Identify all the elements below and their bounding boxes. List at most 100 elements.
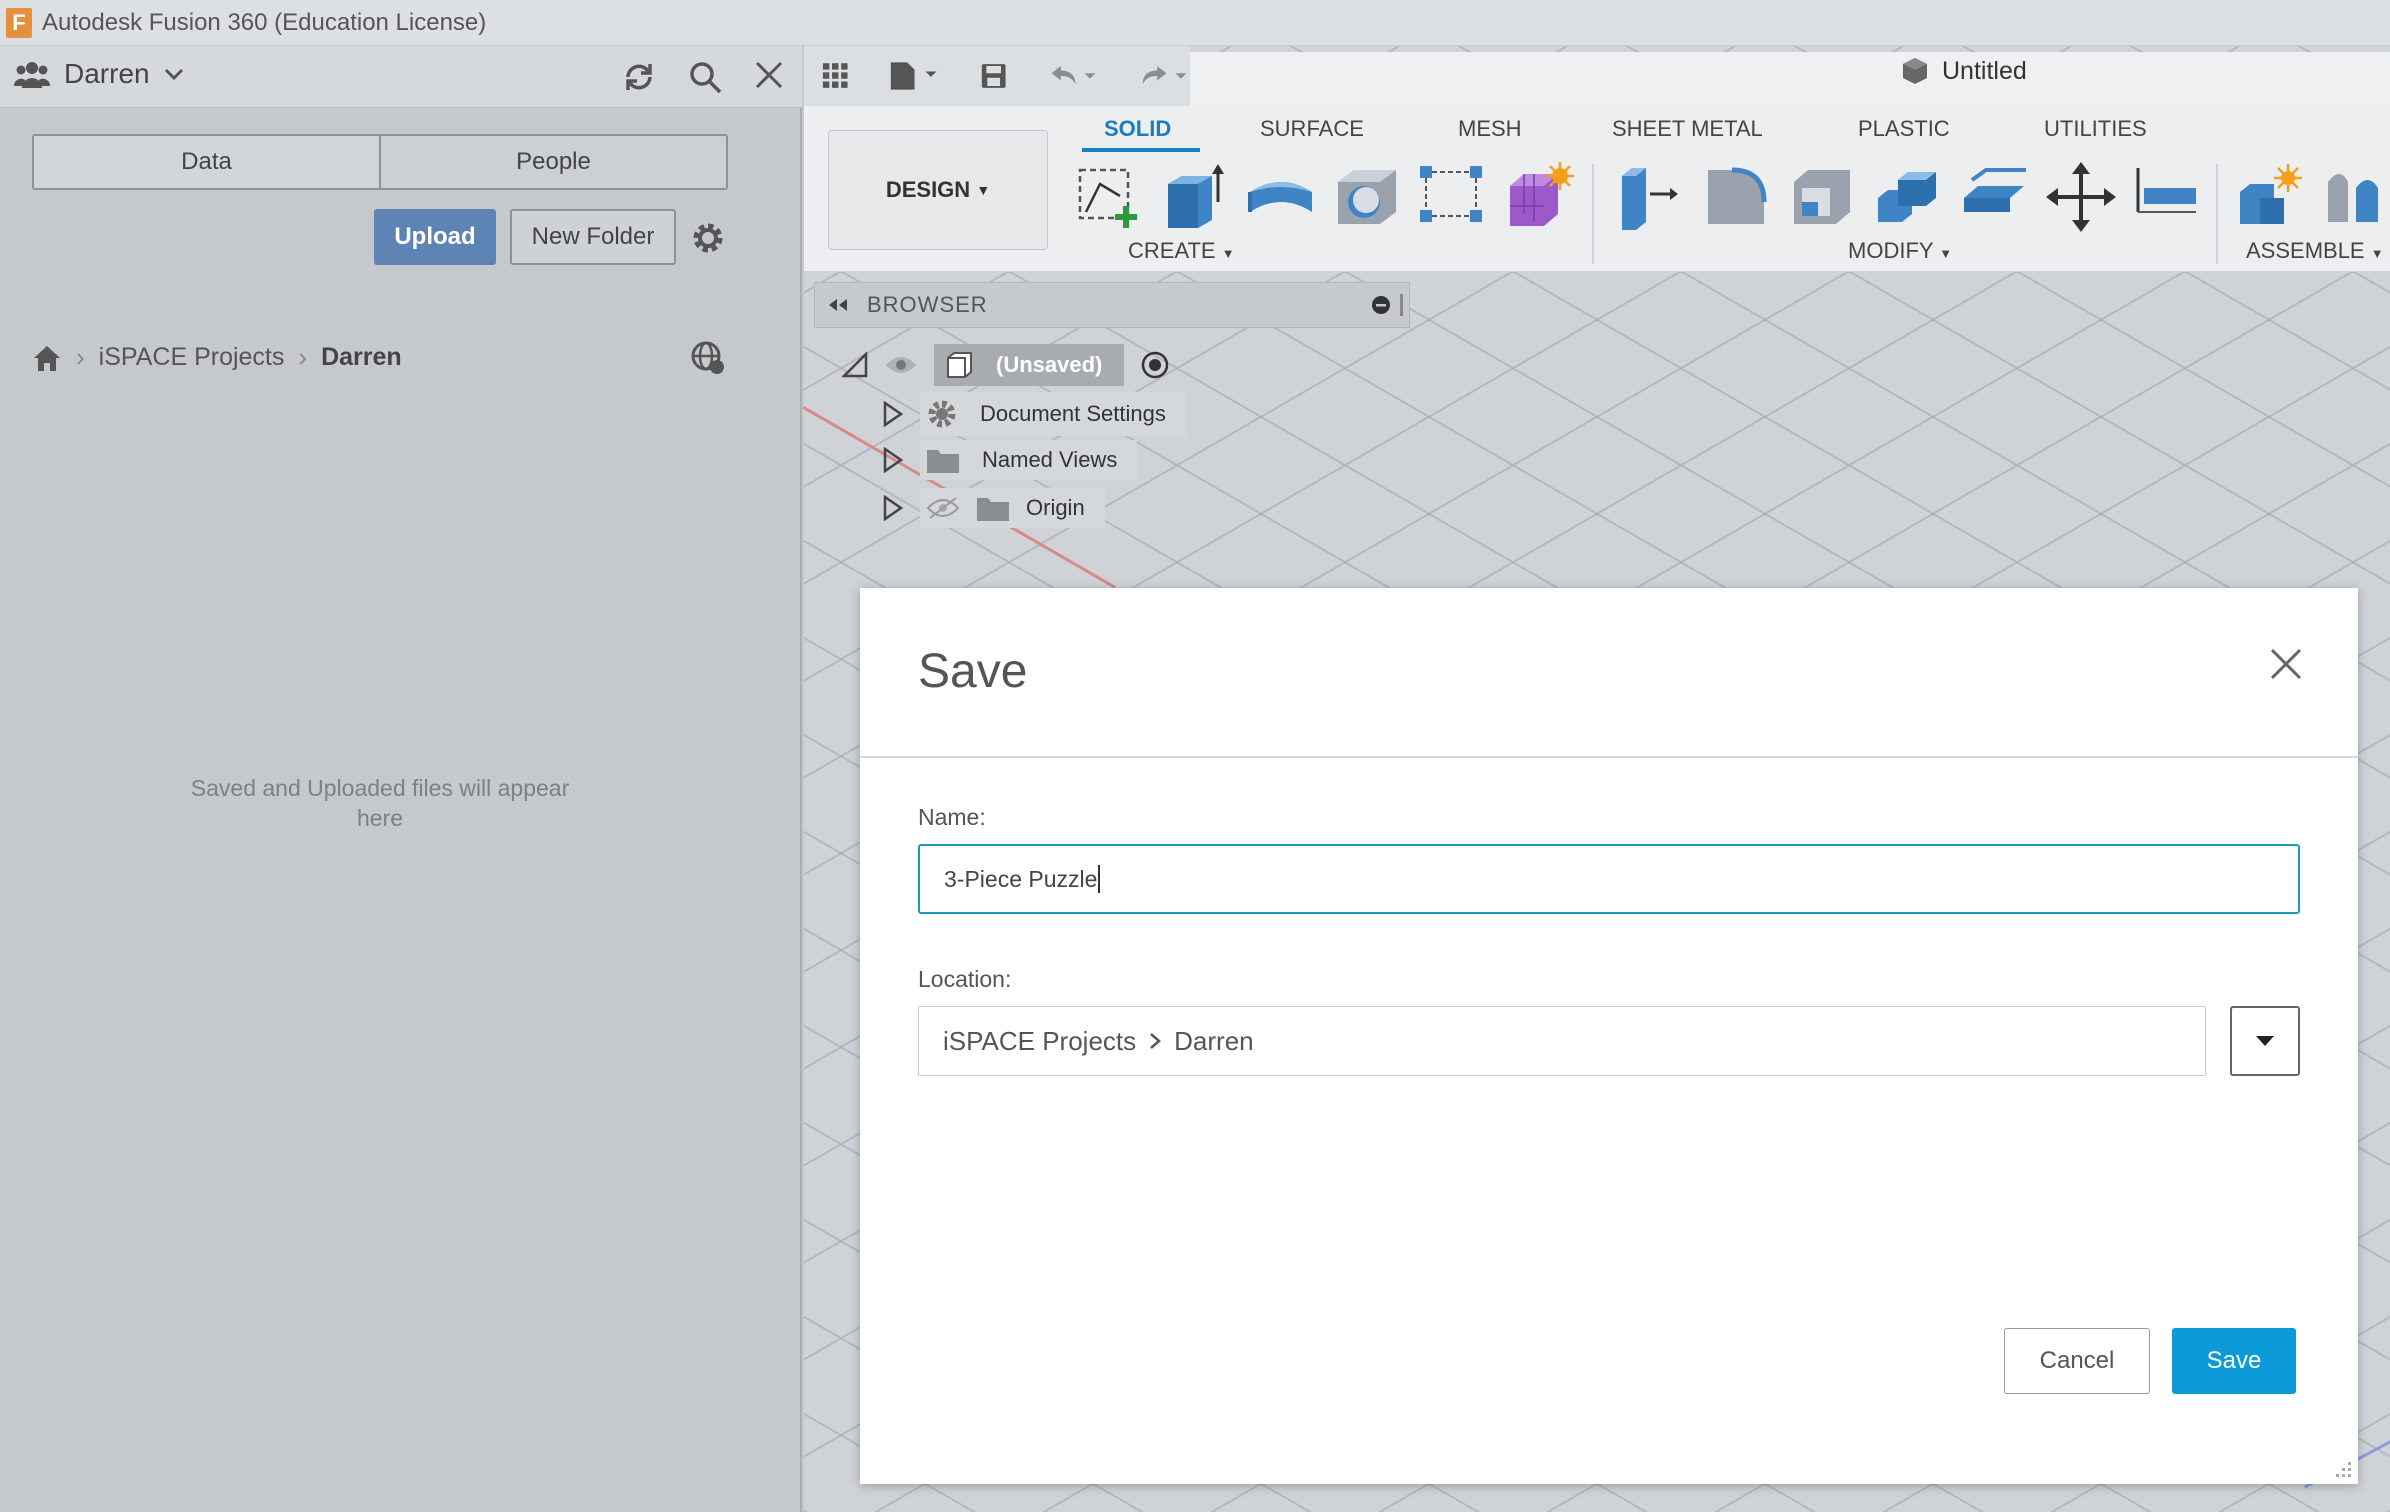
breadcrumb: › iSPACE Projects › Darren [32,342,402,373]
location-dropdown-button[interactable] [2230,1006,2300,1076]
file-icon[interactable] [889,59,940,93]
document-settings-pill[interactable]: Document Settings [920,392,1186,436]
browser-root-row[interactable]: (Unsaved) [842,344,1170,386]
name-input-value: 3-Piece Puzzle [944,865,1098,892]
new-folder-button[interactable]: New Folder [510,209,676,265]
browser-item-named-views[interactable]: Named Views [882,440,1138,480]
tab-solid[interactable]: SOLID [1104,116,1171,142]
tab-sheet-metal[interactable]: SHEET METAL [1612,116,1763,142]
caret-down-icon: ▼ [2370,246,2384,261]
globe-icon[interactable] [690,340,726,376]
search-icon[interactable] [688,60,722,94]
breadcrumb-project[interactable]: iSPACE Projects [99,343,285,372]
combine-icon[interactable] [1874,162,1944,232]
refresh-icon[interactable] [622,60,656,94]
modify-menu[interactable]: MODIFY ▼ [1848,238,1952,264]
caret-down-icon: ▼ [1221,246,1235,261]
close-icon[interactable] [754,60,784,90]
save-button[interactable]: Save [2172,1328,2296,1394]
workspace-switcher[interactable]: DESIGN ▼ [828,130,1048,250]
expand-triangle-icon[interactable] [882,495,904,521]
workspace-label: DESIGN [885,177,971,202]
expanded-triangle-icon[interactable] [842,352,868,378]
cancel-button[interactable]: Cancel [2004,1328,2150,1394]
root-component-label: (Unsaved) [996,352,1103,377]
name-label: Name: [918,804,986,830]
location-project: iSPACE Projects [943,1025,1137,1056]
upload-button[interactable]: Upload [374,209,496,265]
browser-item-origin[interactable]: Origin [882,488,1105,528]
dialog-title: Save [918,645,1028,698]
shell-icon[interactable] [1788,162,1858,232]
text-caret [1098,865,1101,893]
location-field[interactable]: iSPACE Projects Darren [918,1006,2206,1076]
window-title: Autodesk Fusion 360 (Education License) [42,8,487,36]
folder-icon [977,498,1009,521]
extrude-icon[interactable] [1160,162,1230,232]
browser-title: BROWSER [867,292,988,317]
data-people-toggle: Data People [32,134,728,190]
revolve-icon[interactable] [1246,162,1316,232]
save-icon[interactable] [980,61,1007,91]
tab-utilities[interactable]: UTILITIES [2044,116,2147,142]
pattern-icon[interactable] [1418,162,1488,232]
folder-icon [927,450,959,473]
ribbon-separator [1592,164,1594,264]
joint-icon[interactable] [2320,162,2390,232]
create-menu[interactable]: CREATE ▼ [1128,238,1235,264]
caret-down-icon: ▼ [1939,246,1953,261]
browser-panel-header[interactable]: BROWSER [814,282,1410,328]
press-pull-icon[interactable] [1616,162,1686,232]
save-dialog: Save Name: 3-Piece Puzzle Location: iSPA… [860,588,2358,1484]
document-tab-untitled[interactable]: Untitled [1900,56,2027,86]
redo-icon[interactable] [1139,61,1190,91]
target-icon[interactable] [1140,350,1170,380]
tab-plastic[interactable]: PLASTIC [1858,116,1950,142]
chevron-right-icon: › [76,342,85,372]
tab-people[interactable]: People [379,136,726,188]
resize-grip-icon[interactable] [2334,1460,2352,1478]
chevron-right-icon [1150,1033,1162,1049]
fusion-logo-icon: F [6,7,32,38]
home-icon[interactable] [32,344,62,372]
user-switcher[interactable]: Darren [14,58,198,90]
named-views-pill[interactable]: Named Views [920,440,1138,480]
panel-drag-handle[interactable] [1400,294,1403,316]
hole-icon[interactable] [1332,162,1402,232]
move-icon[interactable] [2046,162,2116,232]
collapse-left-icon[interactable] [827,297,849,313]
component-root-pill[interactable]: (Unsaved) [934,344,1125,386]
undo-icon[interactable] [1048,61,1099,91]
expand-triangle-icon[interactable] [882,447,904,473]
tab-mesh[interactable]: MESH [1458,116,1522,142]
tab-surface[interactable]: SURFACE [1260,116,1364,142]
named-views-label: Named Views [982,447,1118,472]
eye-hidden-icon[interactable] [926,496,960,520]
dialog-divider [860,756,2358,758]
location-folder: Darren [1174,1025,1254,1056]
create-form-icon[interactable] [1504,162,1574,232]
expand-triangle-icon[interactable] [882,401,904,427]
grid-icon[interactable] [822,61,849,91]
dropdown-icon [2256,1036,2274,1046]
title-bar: F Autodesk Fusion 360 (Education License… [0,0,2390,46]
eye-icon[interactable] [884,353,918,377]
fillet-icon[interactable] [1702,162,1772,232]
name-input[interactable]: 3-Piece Puzzle [918,844,2300,914]
breadcrumb-folder: Darren [321,343,402,371]
gear-icon[interactable] [690,220,726,256]
component-box-icon [947,352,972,378]
new-component-icon[interactable] [2236,162,2306,232]
cube-icon [1903,58,1927,84]
browser-item-document-settings[interactable]: Document Settings [882,392,1186,436]
create-label: CREATE [1128,238,1216,263]
origin-pill[interactable]: Origin [920,488,1105,528]
minimize-icon[interactable] [1370,294,1392,316]
create-sketch-icon[interactable] [1074,162,1144,232]
align-icon[interactable] [2132,162,2202,232]
ribbon-separator [2216,164,2218,264]
offset-face-icon[interactable] [1960,162,2030,232]
assemble-menu[interactable]: ASSEMBLE ▼ [2246,238,2384,264]
tab-data[interactable]: Data [34,136,379,188]
close-icon[interactable] [2268,646,2304,682]
